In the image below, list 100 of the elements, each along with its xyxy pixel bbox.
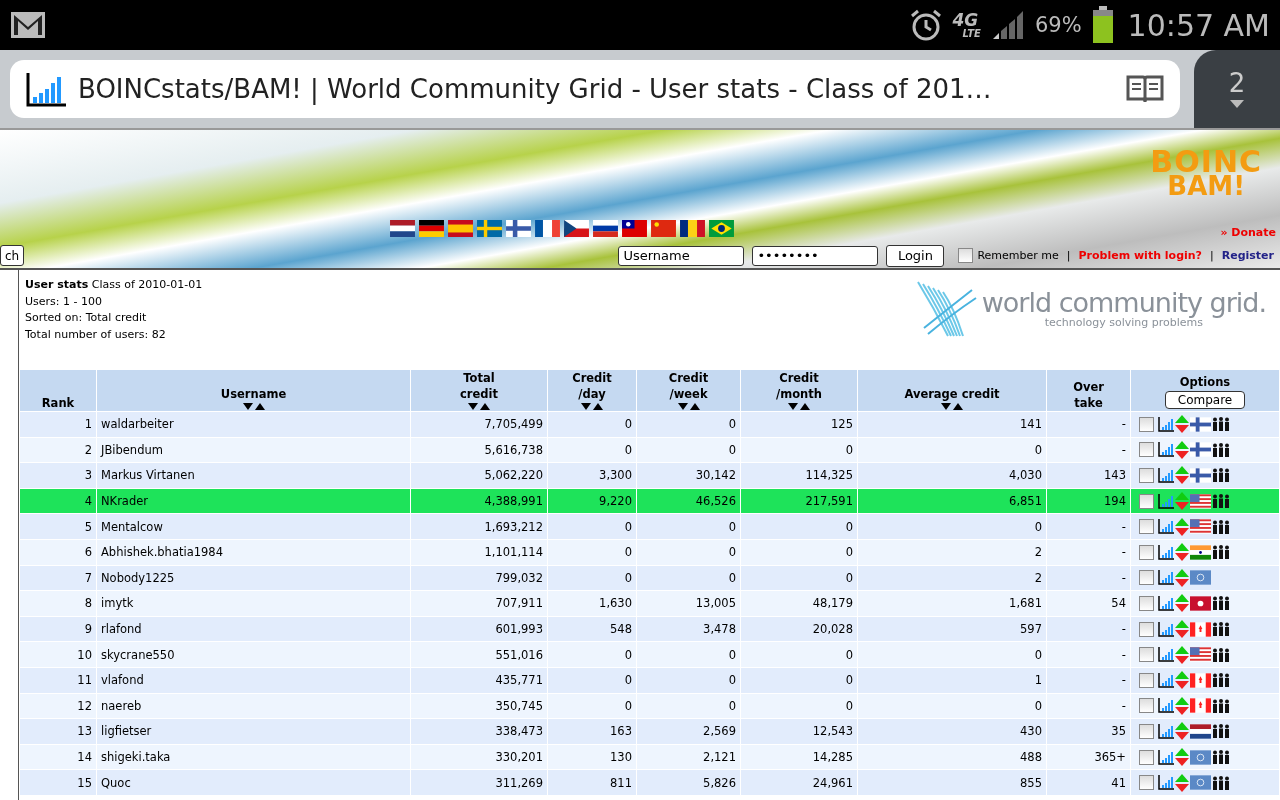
sort-arrows-icon[interactable] xyxy=(940,402,964,411)
people-icon[interactable] xyxy=(1212,698,1230,713)
username-link[interactable]: JBibendum xyxy=(96,437,411,463)
people-icon[interactable] xyxy=(1212,596,1230,611)
bar-chart-icon[interactable] xyxy=(1158,672,1174,688)
up-down-arrows-icon[interactable] xyxy=(1175,466,1189,485)
username-link[interactable]: rlafond xyxy=(96,616,411,642)
username-link[interactable]: Quoc xyxy=(96,769,411,796)
sort-arrows-icon[interactable] xyxy=(580,402,604,411)
compare-checkbox[interactable] xyxy=(1139,544,1154,560)
bar-chart-icon[interactable] xyxy=(1158,416,1174,432)
bar-chart-icon[interactable] xyxy=(1158,621,1174,637)
bar-chart-icon[interactable] xyxy=(1158,749,1174,765)
compare-checkbox[interactable] xyxy=(1139,698,1154,714)
column-header[interactable]: Credit /day xyxy=(547,370,637,412)
username-link[interactable]: Abhishek.bhatia1984 xyxy=(96,539,411,566)
remember-checkbox[interactable] xyxy=(958,248,974,263)
compare-checkbox[interactable] xyxy=(1139,749,1154,765)
compare-checkbox[interactable] xyxy=(1139,723,1154,739)
compare-checkbox[interactable] xyxy=(1139,493,1154,509)
compare-checkbox[interactable] xyxy=(1139,621,1154,637)
address-bar[interactable]: BOINCstats/BAM! | World Community Grid - User stats - Class of 201… xyxy=(10,60,1180,118)
up-down-arrows-icon[interactable] xyxy=(1175,671,1189,690)
flag-czech-icon[interactable] xyxy=(564,220,589,237)
flag-germany-icon[interactable] xyxy=(419,220,444,237)
up-down-arrows-icon[interactable] xyxy=(1175,645,1189,664)
compare-checkbox[interactable] xyxy=(1139,570,1154,586)
up-down-arrows-icon[interactable] xyxy=(1175,568,1189,587)
column-header[interactable]: Credit /month xyxy=(740,370,858,412)
flag-netherlands-icon[interactable] xyxy=(390,220,415,237)
username-link[interactable]: skycrane550 xyxy=(96,641,411,668)
compare-checkbox[interactable] xyxy=(1139,647,1154,663)
bar-chart-icon[interactable] xyxy=(1158,468,1174,483)
compare-checkbox[interactable] xyxy=(1139,519,1154,535)
compare-checkbox[interactable] xyxy=(1139,442,1154,458)
up-down-arrows-icon[interactable] xyxy=(1175,440,1189,459)
up-down-arrows-icon[interactable] xyxy=(1175,748,1189,766)
username-link[interactable]: waldarbeiter xyxy=(96,411,411,438)
bar-chart-icon[interactable] xyxy=(1158,544,1174,560)
compare-checkbox[interactable] xyxy=(1139,416,1154,432)
flag-finland-icon[interactable] xyxy=(506,220,531,237)
username-link[interactable]: Nobody1225 xyxy=(96,565,411,591)
bar-chart-icon[interactable] xyxy=(1158,442,1174,458)
compare-checkbox[interactable] xyxy=(1139,468,1154,483)
search-button[interactable]: ch xyxy=(0,245,25,266)
username-link[interactable]: shigeki.taka xyxy=(96,744,411,770)
flag-spain-icon[interactable] xyxy=(448,220,473,237)
username-link[interactable]: Mentalcow xyxy=(96,513,411,540)
book-icon[interactable] xyxy=(1126,74,1164,104)
up-down-arrows-icon[interactable] xyxy=(1175,620,1189,639)
up-down-arrows-icon[interactable] xyxy=(1175,594,1189,613)
people-icon[interactable] xyxy=(1212,545,1230,560)
username-link[interactable]: naereb xyxy=(96,693,411,719)
people-icon[interactable] xyxy=(1212,442,1230,457)
flag-russia-icon[interactable] xyxy=(593,220,618,237)
username-link[interactable]: Markus Virtanen xyxy=(96,462,411,489)
up-down-arrows-icon[interactable] xyxy=(1175,543,1189,562)
bar-chart-icon[interactable] xyxy=(1158,775,1174,791)
up-down-arrows-icon[interactable] xyxy=(1175,415,1189,434)
column-header[interactable]: Credit /week xyxy=(636,370,741,412)
sort-arrows-icon[interactable] xyxy=(787,402,811,411)
compare-checkbox[interactable] xyxy=(1139,775,1154,791)
bar-chart-icon[interactable] xyxy=(1158,647,1174,663)
tabs-button[interactable]: 2 xyxy=(1194,50,1280,128)
column-header[interactable]: Username xyxy=(96,370,411,412)
flag-sweden-icon[interactable] xyxy=(477,220,502,237)
compare-button[interactable]: Compare xyxy=(1164,391,1246,409)
username-link[interactable]: vlafond xyxy=(96,667,411,694)
column-header[interactable]: Total credit xyxy=(410,370,548,412)
bar-chart-icon[interactable] xyxy=(1158,723,1174,739)
column-header[interactable]: Average credit xyxy=(857,370,1047,412)
people-icon[interactable] xyxy=(1212,750,1230,764)
people-icon[interactable] xyxy=(1212,622,1230,637)
login-button[interactable]: Login xyxy=(886,244,945,267)
up-down-arrows-icon[interactable] xyxy=(1175,517,1189,536)
sort-arrows-icon[interactable] xyxy=(676,402,701,411)
people-icon[interactable] xyxy=(1212,417,1230,432)
people-icon[interactable] xyxy=(1212,775,1230,790)
register-link[interactable]: Register xyxy=(1221,249,1274,262)
compare-checkbox[interactable] xyxy=(1139,672,1154,688)
username-field[interactable]: Username xyxy=(618,245,745,266)
flag-france-icon[interactable] xyxy=(535,220,560,237)
compare-checkbox[interactable] xyxy=(1139,595,1154,611)
flag-romania-icon[interactable] xyxy=(680,220,705,237)
people-icon[interactable] xyxy=(1212,494,1230,509)
people-icon[interactable] xyxy=(1212,673,1230,688)
up-down-arrows-icon[interactable] xyxy=(1175,773,1189,792)
people-icon[interactable] xyxy=(1212,724,1230,739)
username-link[interactable]: imytk xyxy=(96,590,411,617)
username-link[interactable]: ligfietser xyxy=(96,718,411,745)
people-icon[interactable] xyxy=(1212,647,1230,662)
bar-chart-icon[interactable] xyxy=(1158,519,1174,535)
password-field[interactable]: •••••••• xyxy=(752,245,879,266)
up-down-arrows-icon[interactable] xyxy=(1175,696,1189,715)
sort-arrows-icon[interactable] xyxy=(241,402,266,411)
people-icon[interactable] xyxy=(1212,468,1230,483)
bar-chart-icon[interactable] xyxy=(1158,595,1174,611)
bar-chart-icon[interactable] xyxy=(1158,493,1174,509)
flag-taiwan-icon[interactable] xyxy=(622,220,647,237)
username-link[interactable]: NKrader xyxy=(96,488,411,514)
